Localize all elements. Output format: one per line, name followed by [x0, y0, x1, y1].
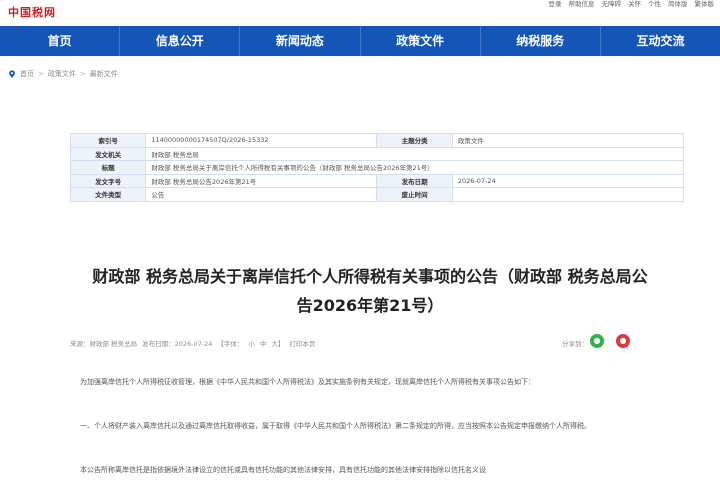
meta-row: 发文机关 财政部 税务总局 [69, 146, 684, 161]
meta-key: 标题 [69, 160, 147, 175]
accessibility-link[interactable]: 无障碍 [602, 0, 622, 8]
meta-key: 发布日期 [376, 173, 453, 188]
breadcrumb-separator: > [79, 70, 86, 78]
meta-value: 财政部 税务总局关于离岸信托个人所得税有关事项的公告（财政部 税务总局公告202… [145, 160, 684, 175]
article-paragraph: 为加强离岸信托个人所得税征收管理，根据《中华人民共和国个人所得税法》及其实施条例… [80, 378, 535, 386]
breadcrumb-home[interactable]: 首页 [20, 69, 34, 79]
meta-row: 文件类型 公告 废止时间 [69, 187, 685, 202]
nav-info-public[interactable]: 信息公开 [120, 26, 241, 56]
font-size-label: 【字体： [217, 340, 244, 348]
utility-links: 登录 帮助信息 无障碍 关怀 个性 简体版 繁体版 [549, 0, 715, 8]
meta-key: 废止时间 [376, 187, 453, 202]
nav-tax-service[interactable]: 纳税服务 [481, 26, 601, 56]
article-date: 发布日期：2026-07-24 [142, 340, 213, 348]
main-nav: 首页 信息公开 新闻动态 政策文件 纳税服务 互动交流 [0, 26, 720, 56]
meta-row: 标题 财政部 税务总局关于离岸信托个人所得税有关事项的公告（财政部 税务总局公告… [69, 160, 684, 175]
login-link[interactable]: 登录 [549, 0, 562, 8]
article-title-line: 告2026年第21号） [296, 296, 444, 315]
article-paragraph: 一、个人将财产装入离岸信托以及通过离岸信托取得收益，属于取得《中华人民共和国个人… [80, 422, 591, 430]
share-label: 分享到： [562, 340, 588, 348]
meta-key: 文件类型 [69, 187, 147, 202]
help-link[interactable]: 帮助信息 [569, 0, 595, 8]
site-logo[interactable]: 中国税网 [8, 4, 56, 20]
article-paragraph: 本公告所称离岸信托是指依据境外法律设立的信托或具有信托功能的其他法律安排，具有信… [80, 466, 486, 474]
traditional-link[interactable]: 繁体版 [695, 0, 715, 8]
article-source: 来源：财政部 税务总局 [70, 340, 138, 348]
care-mode-link[interactable]: 关怀 [628, 0, 641, 8]
breadcrumb-separator: > [38, 70, 44, 78]
weibo-share-icon[interactable]: ● [616, 334, 630, 348]
font-size-large-button[interactable]: 大】 [271, 338, 284, 348]
article-title-line: 财政部 税务总局关于离岸信托个人所得税有关事项的公告（财政部 税务总局公 [92, 267, 648, 286]
breadcrumb: 首页 > 政策文件 > 最新文件 [8, 69, 118, 79]
meta-value: 财政部 税务总局 [145, 146, 684, 161]
nav-home[interactable]: 首页 [0, 26, 121, 56]
simplified-link[interactable]: 简体版 [668, 0, 688, 8]
nav-policy[interactable]: 政策文件 [361, 26, 481, 56]
meta-value: 11400000000174507Q/2026-15332 [145, 133, 378, 148]
print-button[interactable]: 打印本页 [289, 338, 315, 348]
meta-key: 主题分类 [376, 133, 453, 148]
meta-value: 2026-07-24 [451, 173, 685, 188]
meta-key: 发文字号 [69, 173, 147, 188]
meta-value: 政策文件 [451, 133, 685, 148]
nav-news[interactable]: 新闻动态 [240, 26, 361, 56]
meta-value: 财政部 税务总局公告2026年第21号 [145, 173, 378, 188]
personal-link[interactable]: 个性 [648, 0, 661, 8]
breadcrumb-policy[interactable]: 政策文件 [48, 69, 76, 79]
font-size-medium-button[interactable]: 中 [260, 338, 267, 348]
meta-row: 索引号 11400000000174507Q/2026-15332 主题分类 政… [69, 133, 685, 148]
top-bar: 中国税网 登录 帮助信息 无障碍 关怀 个性 简体版 繁体版 [0, 0, 720, 24]
location-icon [9, 70, 15, 78]
meta-row: 发文字号 财政部 税务总局公告2026年第21号 发布日期 2026-07-24 [69, 173, 685, 188]
meta-key: 索引号 [69, 133, 147, 148]
document-meta-table: 索引号 11400000000174507Q/2026-15332 主题分类 政… [69, 133, 685, 202]
meta-key: 发文机关 [69, 146, 147, 161]
article-info-left: 来源：财政部 税务总局 发布日期：2026-07-24 【字体： 小 中 大】 … [70, 338, 315, 348]
meta-value: 公告 [145, 187, 378, 202]
nav-interaction[interactable]: 互动交流 [601, 26, 720, 56]
font-size-small-button[interactable]: 小 [248, 338, 255, 348]
wechat-share-icon[interactable]: ● [590, 334, 604, 348]
article-info-bar: 来源：财政部 税务总局 发布日期：2026-07-24 【字体： 小 中 大】 … [70, 334, 684, 348]
meta-value [451, 187, 685, 202]
article-title: 财政部 税务总局关于离岸信托个人所得税有关事项的公告（财政部 税务总局公 告20… [60, 262, 680, 320]
breadcrumb-latest[interactable]: 最新文件 [90, 69, 118, 79]
